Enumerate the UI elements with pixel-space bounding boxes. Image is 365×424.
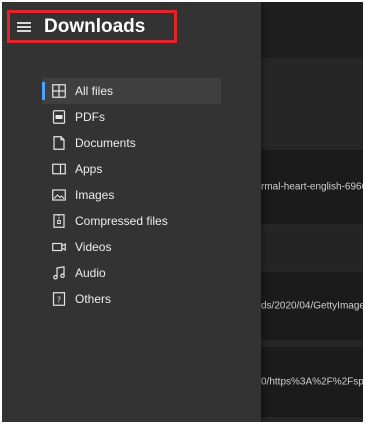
nav-item-pdfs[interactable]: PDFs [42, 104, 221, 130]
image-icon [51, 187, 67, 203]
background-row-text: 0/https%3A%2F%2Fspe [261, 376, 363, 388]
background-row-text: rmal-heart-english-6966 [261, 181, 363, 193]
nav-item-label: Others [75, 292, 112, 306]
category-list: All files PDFs Documents Apps Images Com… [42, 78, 221, 312]
nav-item-audio[interactable]: Audio [42, 260, 221, 286]
nav-item-label: Documents [75, 136, 136, 150]
video-icon [51, 239, 67, 255]
nav-item-label: Audio [75, 266, 106, 280]
apps-icon [51, 161, 67, 177]
nav-item-label: Compressed files [75, 214, 168, 228]
pdf-icon [51, 109, 67, 125]
nav-item-label: Videos [75, 240, 112, 254]
nav-item-compressed-files[interactable]: Compressed files [42, 208, 221, 234]
nav-item-label: All files [75, 84, 114, 98]
navigation-drawer: Downloads All files PDFs Documents Apps … [2, 2, 261, 422]
hamburger-menu-icon[interactable] [17, 21, 31, 32]
nav-item-label: PDFs [75, 110, 105, 124]
nav-item-images[interactable]: Images [42, 182, 221, 208]
audio-icon [51, 265, 67, 281]
others-icon: ? [51, 291, 67, 307]
grid-icon [51, 83, 67, 99]
nav-item-all-files[interactable]: All files [42, 78, 221, 104]
background-download-row[interactable]: rmal-heart-english-6966 [261, 150, 363, 224]
page-title: Downloads [44, 15, 146, 37]
nav-item-others[interactable]: ? Others [42, 286, 221, 312]
background-download-row[interactable]: ds/2020/04/GettyImages [261, 272, 363, 340]
app-window: rmal-heart-english-6966 ds/2020/04/Getty… [2, 2, 363, 422]
nav-item-documents[interactable]: Documents [42, 130, 221, 156]
document-icon [51, 135, 67, 151]
zip-icon [51, 213, 67, 229]
nav-item-videos[interactable]: Videos [42, 234, 221, 260]
drawer-header: Downloads [7, 10, 177, 43]
nav-item-label: Images [75, 188, 115, 202]
background-download-row[interactable]: 0/https%3A%2F%2Fspe [261, 347, 363, 417]
svg-text:?: ? [57, 296, 61, 305]
nav-item-label: Apps [75, 162, 103, 176]
background-row-text: ds/2020/04/GettyImages [261, 300, 363, 312]
background-divider-row [261, 232, 363, 268]
nav-item-apps[interactable]: Apps [42, 156, 221, 182]
